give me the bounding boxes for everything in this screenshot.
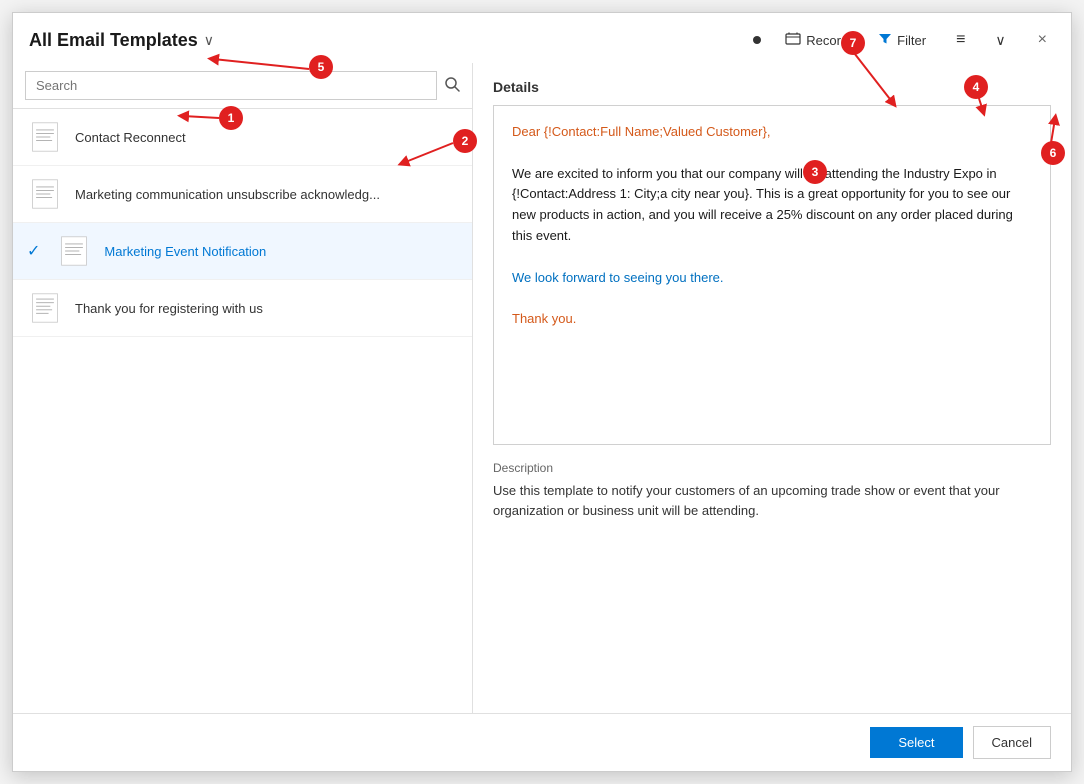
select-button[interactable]: Select: [870, 727, 962, 758]
template-thumbnail: [27, 119, 63, 155]
details-label: Details: [493, 79, 1051, 95]
dialog-footer: Select Cancel: [13, 713, 1071, 771]
email-line-3: We look forward to seeing you there.: [512, 268, 1032, 289]
template-thumbnail: [56, 233, 92, 269]
dialog-body: Contact Reconnect Marketing communicati: [13, 63, 1071, 713]
template-name: Contact Reconnect: [75, 130, 186, 145]
email-line-1: Dear {!Contact:Full Name;Valued Customer…: [512, 122, 1032, 143]
email-preview: Dear {!Contact:Full Name;Valued Customer…: [493, 105, 1051, 445]
expand-button[interactable]: ∨: [989, 28, 1011, 53]
more-button[interactable]: ≡: [950, 27, 971, 53]
more-icon: ≡: [956, 31, 965, 49]
dialog-title: All Email Templates: [29, 30, 198, 51]
email-line-2: We are excited to inform you that our co…: [512, 164, 1032, 247]
close-button[interactable]: ×: [1030, 28, 1055, 52]
search-icon: [445, 77, 460, 95]
dot-indicator: [753, 36, 761, 44]
left-panel: Contact Reconnect Marketing communicati: [13, 63, 473, 713]
description-label: Description: [493, 461, 1051, 475]
selected-checkmark: ✓: [27, 241, 40, 261]
search-input[interactable]: [25, 71, 437, 100]
template-name: Marketing communication unsubscribe ackn…: [75, 187, 380, 202]
header-left: All Email Templates ∨: [29, 30, 214, 51]
search-bar: [13, 63, 472, 109]
filter-label: Filter: [897, 33, 926, 48]
filter-button[interactable]: Filter: [872, 28, 932, 53]
template-thumbnail: [27, 290, 63, 326]
cancel-button[interactable]: Cancel: [973, 726, 1051, 759]
record-label: Record: [806, 33, 848, 48]
template-item[interactable]: Marketing communication unsubscribe ackn…: [13, 166, 472, 223]
template-thumbnail: [27, 176, 63, 212]
dialog-header: All Email Templates ∨ Record: [13, 13, 1071, 63]
right-panel: Details Dear {!Contact:Full Name;Valued …: [473, 63, 1071, 713]
description-text: Use this template to notify your custome…: [493, 481, 1051, 520]
header-right: Record Filter ≡ ∨ ×: [753, 27, 1055, 53]
email-line-4: Thank you.: [512, 309, 1032, 330]
filter-icon: [878, 32, 892, 49]
template-list: Contact Reconnect Marketing communicati: [13, 109, 472, 713]
record-icon: [785, 32, 801, 49]
template-item[interactable]: Thank you for registering with us: [13, 280, 472, 337]
record-button[interactable]: Record: [779, 28, 854, 53]
template-name: Thank you for registering with us: [75, 301, 263, 316]
expand-chevron-icon: ∨: [995, 32, 1005, 49]
template-item-selected[interactable]: ✓ Marketing Event Notification: [13, 223, 472, 280]
template-item[interactable]: Contact Reconnect: [13, 109, 472, 166]
title-dropdown-chevron[interactable]: ∨: [204, 32, 214, 49]
email-template-dialog: 1 2 3 4 5 6 7 All Email Templates ∨: [12, 12, 1072, 772]
template-name: Marketing Event Notification: [104, 244, 266, 259]
